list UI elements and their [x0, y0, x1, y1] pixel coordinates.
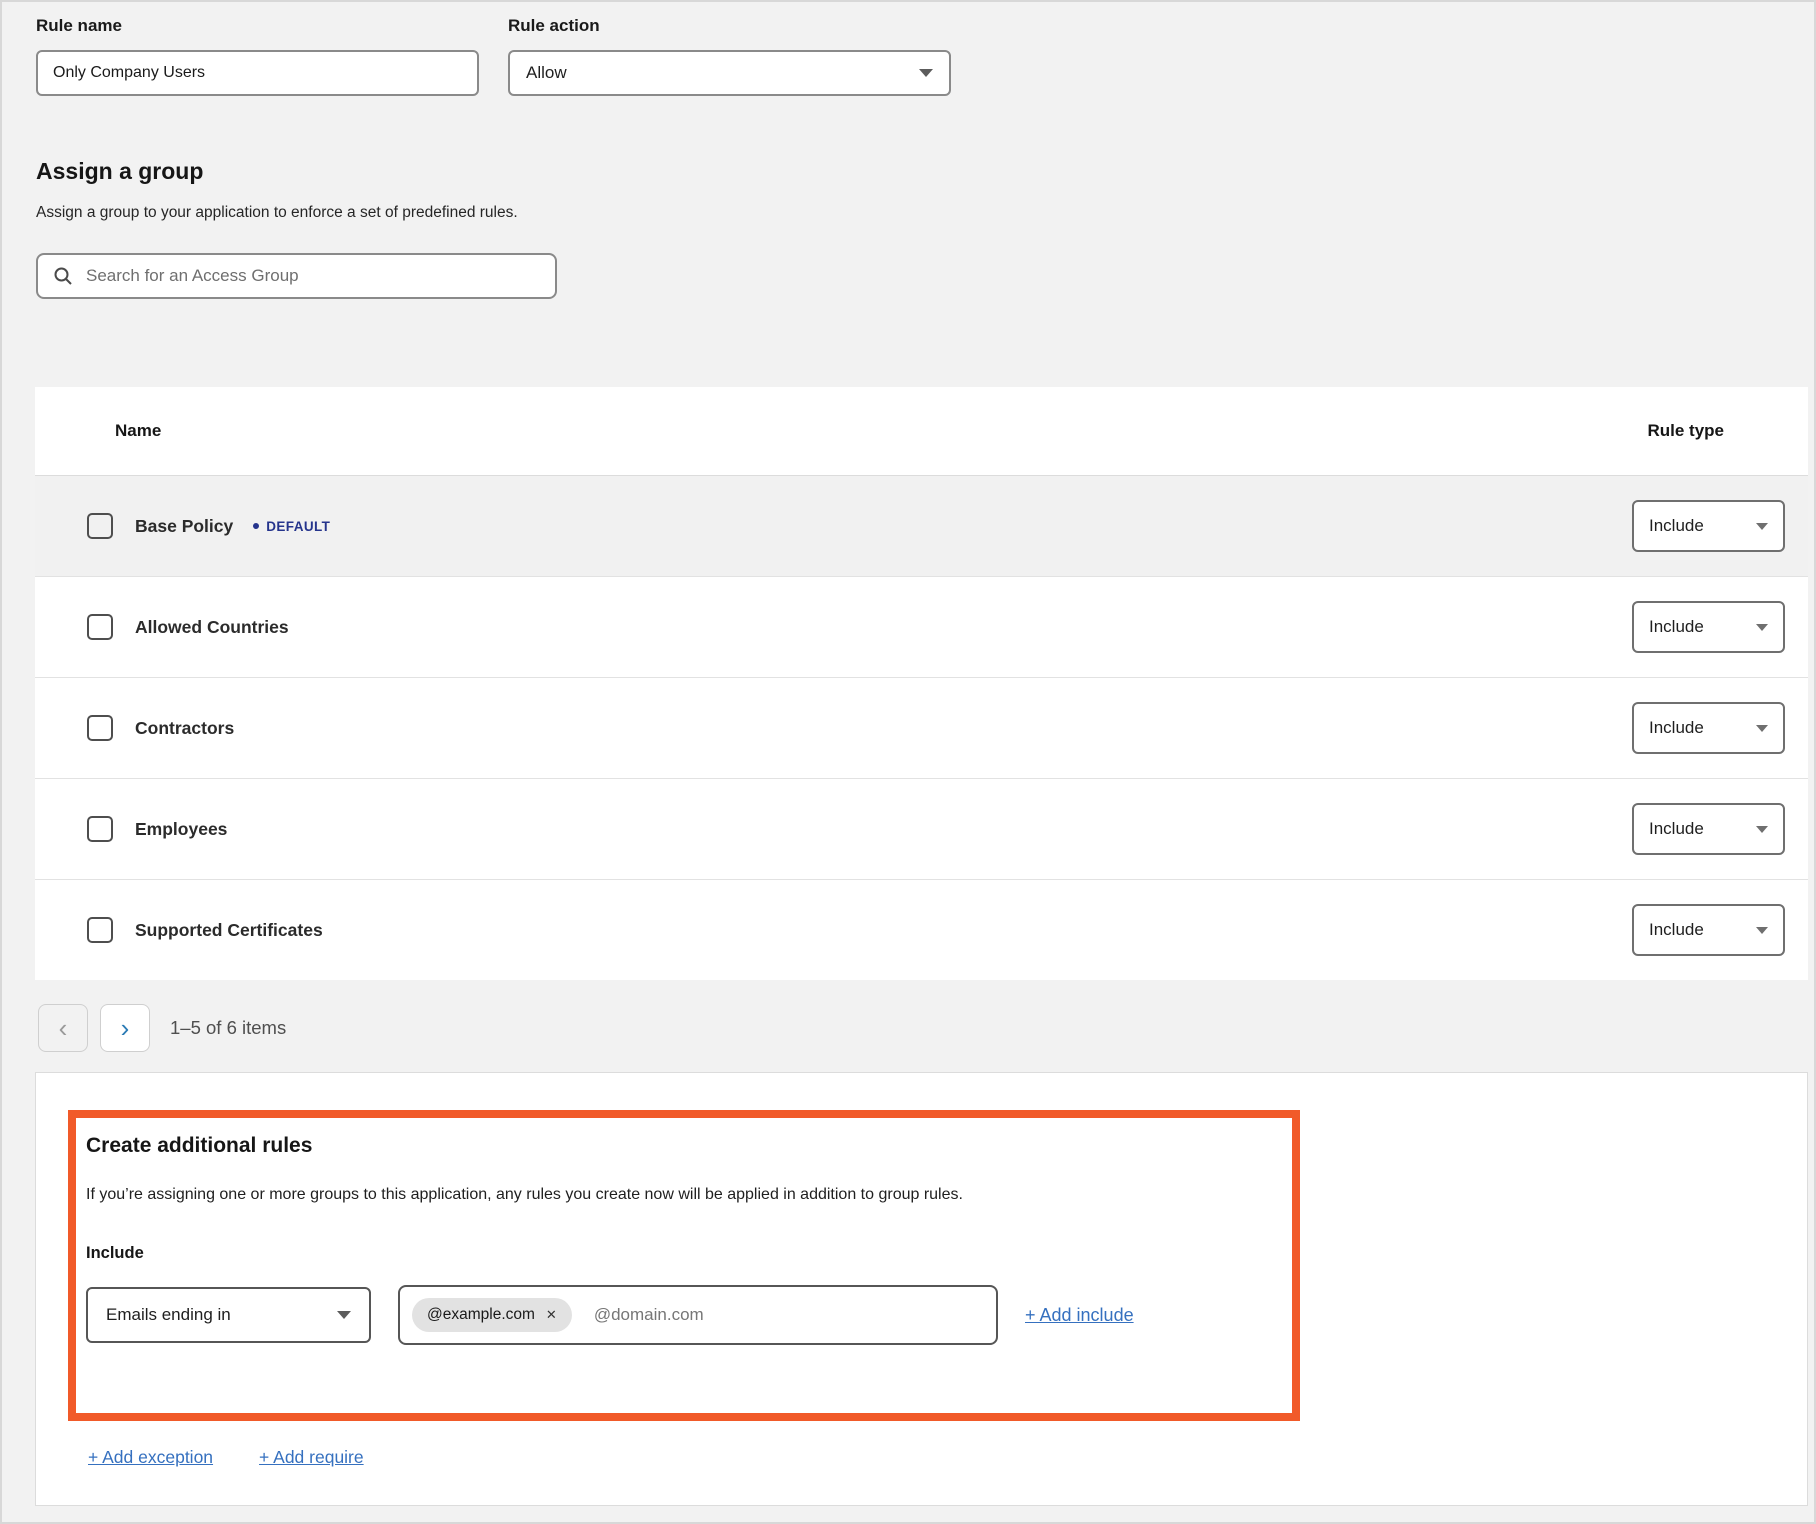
include-rule-controls: Emails ending in @example.com ✕ + Add in… [86, 1285, 1282, 1345]
rule-type-select[interactable]: Include [1632, 803, 1785, 855]
rule-type-value: Include [1649, 920, 1704, 940]
condition-select[interactable]: Emails ending in [86, 1287, 371, 1343]
row-checkbox[interactable] [87, 513, 113, 539]
search-icon [53, 266, 73, 286]
table-row-allowed-countries: Allowed Countries Include [35, 576, 1808, 677]
rule-action-field: Rule action Allow [508, 16, 951, 96]
row-name: Supported Certificates [135, 920, 323, 941]
rule-type-select[interactable]: Include [1632, 601, 1785, 653]
default-badge: DEFAULT [253, 519, 330, 534]
rule-type-select[interactable]: Include [1632, 702, 1785, 754]
add-require-link[interactable]: + Add require [259, 1447, 364, 1468]
rule-type-select[interactable]: Include [1632, 500, 1785, 552]
row-name: Employees [135, 819, 227, 840]
add-exception-link[interactable]: + Add exception [88, 1447, 213, 1468]
row-checkbox[interactable] [87, 917, 113, 943]
email-domain-input[interactable]: @example.com ✕ [398, 1285, 998, 1345]
column-header-rule-type: Rule type [1647, 421, 1724, 441]
row-name: Contractors [135, 718, 234, 739]
chevron-down-icon [1756, 624, 1768, 631]
chevron-down-icon [1756, 826, 1768, 833]
table-row-base-policy: Base Policy DEFAULT Include [35, 475, 1808, 576]
access-groups-table: Name Rule type Base Policy DEFAULT Inclu… [35, 387, 1808, 980]
chevron-right-icon: › [121, 1015, 130, 1041]
additional-rules-card: Create additional rules If you’re assign… [35, 1072, 1808, 1506]
row-name: Base Policy [135, 516, 233, 537]
footer-links: + Add exception + Add require [88, 1447, 1807, 1468]
additional-rules-description: If you’re assigning one or more groups t… [86, 1186, 1282, 1204]
row-checkbox[interactable] [87, 715, 113, 741]
chevron-left-icon: ‹ [59, 1015, 68, 1041]
table-row-contractors: Contractors Include [35, 677, 1808, 778]
row-checkbox[interactable] [87, 816, 113, 842]
rule-action-value: Allow [526, 63, 567, 83]
include-label: Include [86, 1244, 1282, 1263]
chevron-down-icon [1756, 725, 1768, 732]
chevron-down-icon [919, 69, 933, 77]
search-input[interactable] [86, 266, 540, 286]
pagination: ‹ › 1–5 of 6 items [38, 1004, 1814, 1052]
rule-name-label: Rule name [36, 16, 479, 36]
rule-action-select[interactable]: Allow [508, 50, 951, 96]
assign-group-description: Assign a group to your application to en… [36, 204, 1814, 222]
chevron-down-icon [1756, 927, 1768, 934]
row-checkbox[interactable] [87, 614, 113, 640]
badge-dot-icon [253, 523, 259, 529]
access-group-search[interactable] [36, 253, 557, 299]
rule-type-value: Include [1649, 516, 1704, 536]
rule-type-select[interactable]: Include [1632, 904, 1785, 956]
table-header: Name Rule type [35, 387, 1808, 475]
previous-page-button[interactable]: ‹ [38, 1004, 88, 1052]
chevron-down-icon [337, 1311, 351, 1319]
column-header-name: Name [115, 421, 161, 441]
pagination-range-text: 1–5 of 6 items [170, 1017, 286, 1039]
assign-group-title: Assign a group [36, 158, 1814, 185]
rule-type-value: Include [1649, 718, 1704, 738]
table-row-employees: Employees Include [35, 778, 1808, 879]
table-row-supported-certificates: Supported Certificates Include [35, 879, 1808, 980]
domain-text-input[interactable] [594, 1305, 984, 1325]
badge-label: DEFAULT [266, 519, 330, 534]
email-domain-tag: @example.com ✕ [412, 1298, 572, 1332]
row-name: Allowed Countries [135, 617, 289, 638]
condition-value: Emails ending in [106, 1305, 231, 1325]
rule-type-value: Include [1649, 617, 1704, 637]
rule-action-label: Rule action [508, 16, 951, 36]
chevron-down-icon [1756, 523, 1768, 530]
additional-rules-title: Create additional rules [86, 1134, 1282, 1158]
rule-name-input[interactable] [36, 50, 479, 96]
add-include-link[interactable]: + Add include [1025, 1305, 1134, 1326]
rule-editor-page: Rule name Rule action Allow Assign a gro… [0, 0, 1816, 1524]
rule-name-field: Rule name [36, 16, 479, 96]
tag-label: @example.com [427, 1306, 535, 1324]
highlight-outline: Create additional rules If you’re assign… [68, 1110, 1300, 1421]
rule-fields-row: Rule name Rule action Allow [36, 16, 1814, 96]
next-page-button[interactable]: › [100, 1004, 150, 1052]
rule-type-value: Include [1649, 819, 1704, 839]
remove-tag-icon[interactable]: ✕ [546, 1307, 557, 1323]
